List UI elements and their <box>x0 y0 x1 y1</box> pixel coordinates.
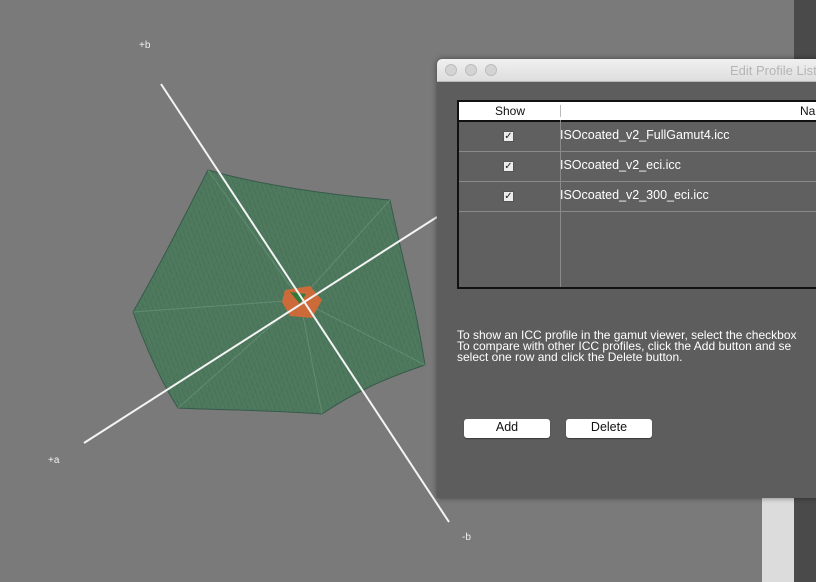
instruction-line: select one row and click the Delete butt… <box>457 350 683 364</box>
instructions-text: To show an ICC profile in the gamut view… <box>457 329 816 364</box>
profile-name: ISOcoated_v2_300_eci.icc <box>560 188 709 202</box>
show-checkbox[interactable]: ✓ <box>503 131 514 142</box>
column-header-name[interactable]: Name <box>800 104 816 118</box>
show-checkbox[interactable]: ✓ <box>503 161 514 172</box>
table-row[interactable]: ✓ ISOcoated_v2_300_eci.icc <box>459 182 816 212</box>
delete-button[interactable]: Delete <box>566 419 652 438</box>
add-button[interactable]: Add <box>464 419 550 438</box>
close-window-icon[interactable] <box>445 64 457 76</box>
window-title: Edit Profile List <box>730 63 816 78</box>
zoom-window-icon[interactable] <box>485 64 497 76</box>
edit-profile-list-dialog: Edit Profile List Show Name ✓ ISOcoated_… <box>437 59 816 498</box>
title-bar[interactable]: Edit Profile List <box>437 59 816 82</box>
column-header-show[interactable]: Show <box>495 104 525 118</box>
table-row[interactable]: ✓ ISOcoated_v2_FullGamut4.icc <box>459 122 816 152</box>
table-row[interactable]: ✓ ISOcoated_v2_eci.icc <box>459 152 816 182</box>
axis-label-plus-b: +b <box>139 40 151 51</box>
show-checkbox[interactable]: ✓ <box>503 191 514 202</box>
axis-label-minus-b: -b <box>462 532 471 543</box>
gamut-solid <box>132 169 426 415</box>
minimize-window-icon[interactable] <box>465 64 477 76</box>
profile-table[interactable]: Show Name ✓ ISOcoated_v2_FullGamut4.icc … <box>457 100 816 289</box>
axis-label-plus-a: +a <box>48 455 60 466</box>
table-header: Show Name <box>459 102 816 122</box>
profile-name: ISOcoated_v2_eci.icc <box>560 158 681 172</box>
background-window-edge <box>762 494 794 582</box>
profile-name: ISOcoated_v2_FullGamut4.icc <box>560 128 730 142</box>
